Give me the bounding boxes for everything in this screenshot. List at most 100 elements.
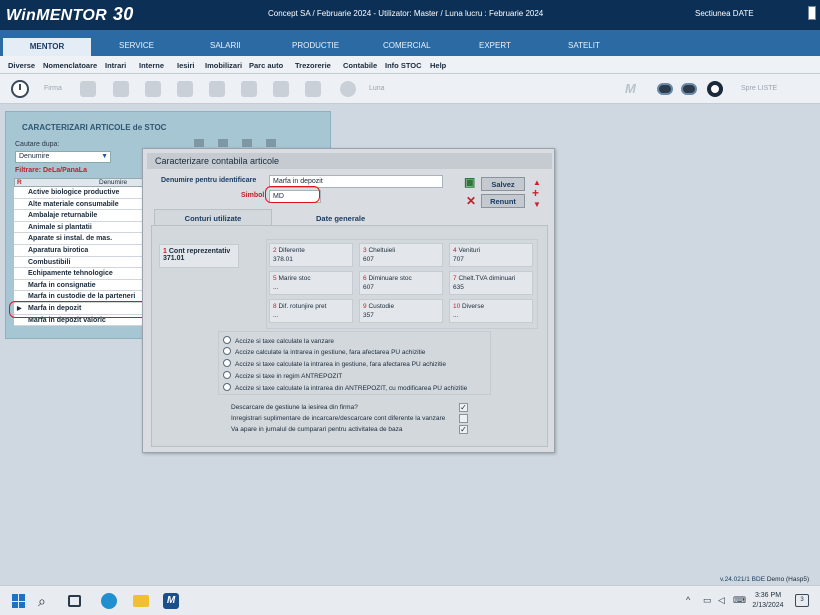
dialog-title: Caracterizare contabila articole	[147, 153, 552, 169]
menu-trezorerie[interactable]: Trezorerie	[295, 61, 331, 70]
account-6[interactable]: 6 Diminuare stoc 607	[359, 271, 443, 295]
menu-help[interactable]: Help	[430, 61, 446, 70]
checkbox-label-jurnal: Va apare in jurnalul de cumparari pentru…	[231, 426, 403, 433]
menu-diverse[interactable]: Diverse	[8, 61, 35, 70]
menu-imobilizari[interactable]: Imobilizari	[205, 61, 242, 70]
title-bar: WinMENTOR 30 Concept SA / Februarie 2024 …	[0, 0, 820, 30]
tab-salarii[interactable]: SALARII	[210, 41, 241, 50]
coins-icon[interactable]	[273, 81, 289, 97]
task-view-icon[interactable]	[68, 595, 81, 607]
tab-service[interactable]: SERVICE	[119, 41, 154, 50]
menu-bar: Diverse Nomenclatoare Intrari Interne Ie…	[0, 56, 820, 74]
toolbar-spre-liste[interactable]: Spre LISTE	[741, 85, 777, 92]
account-5[interactable]: 5 Marire stoc...	[269, 271, 353, 295]
account-10[interactable]: 10 Diverse...	[449, 299, 533, 323]
bg-window-title: CARACTERIZARI ARTICOLE de STOC	[22, 123, 167, 132]
menu-contabile[interactable]: Contabile	[343, 61, 377, 70]
notification-icon[interactable]: 3	[795, 594, 809, 607]
checkbox-jurnal[interactable]: ✓	[459, 425, 468, 434]
system-clock[interactable]: 3:36 PM 2/13/2024	[748, 591, 788, 611]
table-row[interactable]: Echipamente tehnologice	[14, 268, 148, 280]
edge-icon[interactable]	[101, 593, 117, 609]
lightbulb-icon[interactable]	[340, 81, 356, 97]
help-lifebuoy-icon[interactable]	[707, 81, 723, 97]
checkbox-descarcare[interactable]: ✓	[459, 403, 468, 412]
table-row[interactable]: Aparatura birotica	[14, 244, 148, 257]
menu-parc-auto[interactable]: Parc auto	[249, 61, 283, 70]
version-info: v.24.021/1 BDE Demo (Hasp5)	[720, 576, 810, 583]
network-icon[interactable]: ▭	[703, 595, 712, 606]
table-row[interactable]: Marfa in consignatie	[14, 279, 148, 292]
tray-chevron-icon[interactable]: ^	[686, 595, 690, 605]
arrow-down-icon[interactable]: ▼	[533, 200, 541, 209]
table-row[interactable]: Ambalaje returnabile	[14, 210, 148, 222]
col-r: R	[17, 179, 22, 186]
keyboard-icon[interactable]: ⌨	[733, 595, 746, 606]
filter-label[interactable]: Filtrare: DeLa/PanaLa	[15, 167, 87, 174]
tab-comercial[interactable]: COMERCIAL	[383, 41, 431, 50]
file-explorer-icon[interactable]	[133, 595, 149, 607]
caracterizare-dialog: Caracterizare contabila articole Denumir…	[142, 148, 555, 453]
cancel-button[interactable]: Renunt	[481, 194, 525, 208]
cancel-x-icon: ✕	[466, 194, 477, 208]
box-icon[interactable]	[113, 81, 129, 97]
menu-interne[interactable]: Interne	[139, 61, 164, 70]
tab-expert[interactable]: EXPERT	[479, 41, 511, 50]
account-3[interactable]: 3 Cheltuieli 607	[359, 243, 443, 267]
search-combo[interactable]: Denumire ▼	[15, 151, 111, 163]
account-9[interactable]: 9 Custodie 357	[359, 299, 443, 323]
account-4[interactable]: 4 Venituri 707	[449, 243, 533, 267]
table-row[interactable]: Aparate si instal. de mas.	[14, 233, 148, 245]
add-icon[interactable]: +	[532, 186, 539, 200]
volume-icon[interactable]: ◁	[718, 595, 725, 606]
car-icon[interactable]	[241, 81, 257, 97]
scale-icon[interactable]	[305, 81, 321, 97]
tab-date-generale[interactable]: Date generale	[316, 214, 365, 223]
window-scroll-handle[interactable]	[808, 6, 816, 20]
taskbar: ⌕ M ^ ▭ ◁ ⌨ 3:36 PM 2/13/2024 3	[0, 585, 820, 615]
winmentor-taskbar-icon[interactable]: M	[163, 593, 179, 609]
menu-info-stoc[interactable]: Info STOC	[385, 61, 422, 70]
menu-iesiri[interactable]: Iesiri	[177, 61, 195, 70]
account-7[interactable]: 7 Chelt.TVA diminuari 635	[449, 271, 533, 295]
eye-icon-2[interactable]	[681, 83, 697, 95]
radio-accize-taxe-intrare[interactable]: Accize si taxe calculate la intrarea in …	[223, 359, 446, 368]
search-icon[interactable]: ⌕	[38, 593, 54, 609]
table-row[interactable]: Animale si plantatii	[14, 221, 148, 234]
truck-icon[interactable]	[177, 81, 193, 97]
tab-mentor[interactable]: MENTOR	[3, 38, 91, 56]
windows-start-icon[interactable]	[12, 594, 26, 608]
table-row[interactable]: Alte materiale consumabile	[14, 198, 148, 211]
document-edit-icon[interactable]	[80, 81, 96, 97]
section-label: Sectiunea DATE	[695, 9, 754, 18]
table-row[interactable]: Active biologice productive	[14, 187, 148, 199]
table-row[interactable]: Combustibili	[14, 256, 148, 269]
menu-intrari[interactable]: Intrari	[105, 61, 126, 70]
toolbar-firma[interactable]: Firma	[44, 85, 62, 92]
table-header: R Denumire	[14, 178, 148, 187]
people-icon[interactable]	[145, 81, 161, 97]
account-2[interactable]: 2 Diferente 378.01	[269, 243, 353, 267]
checkbox-inregistrari[interactable]	[459, 414, 468, 423]
menu-nomenclatoare[interactable]: Nomenclatoare	[43, 61, 97, 70]
chevron-down-icon: ▼	[101, 153, 108, 160]
radio-din-antrepozit[interactable]: Accize si taxe calculate la intrarea din…	[223, 383, 467, 392]
radio-antrepozit[interactable]: Accize si taxe in regim ANTREPOZIT	[223, 371, 342, 380]
tab-satelit[interactable]: SATELIT	[568, 41, 600, 50]
tab-productie[interactable]: PRODUCTIE	[292, 41, 339, 50]
status-bar: v.24.021/1 BDE Demo (Hasp5)	[0, 575, 820, 585]
delivery-icon[interactable]	[209, 81, 225, 97]
symbol-highlight	[265, 186, 320, 203]
radio-accize-vanzare[interactable]: Accize si taxe calculate la vanzare	[223, 336, 334, 345]
clock-icon[interactable]	[11, 80, 29, 98]
radio-accize-intrare[interactable]: Accize calculate la intrarea in gestiune…	[223, 347, 425, 356]
col-denumire: Denumire	[99, 179, 128, 186]
toolbar-luna[interactable]: Luna	[369, 85, 385, 92]
account-8[interactable]: 8 Dif. rotunjire pret...	[269, 299, 353, 323]
account-main[interactable]: 1 Cont reprezentativ 371.01	[159, 244, 239, 268]
eye-icon[interactable]	[657, 83, 673, 95]
save-disk-icon: ▣	[464, 175, 476, 189]
checkbox-label-descarcare: Descarcare de gestiune la iesirea din fi…	[231, 404, 358, 411]
tab-conturi-utilizate[interactable]: Conturi utilizate	[154, 209, 272, 225]
save-button[interactable]: Salvez	[481, 177, 525, 191]
